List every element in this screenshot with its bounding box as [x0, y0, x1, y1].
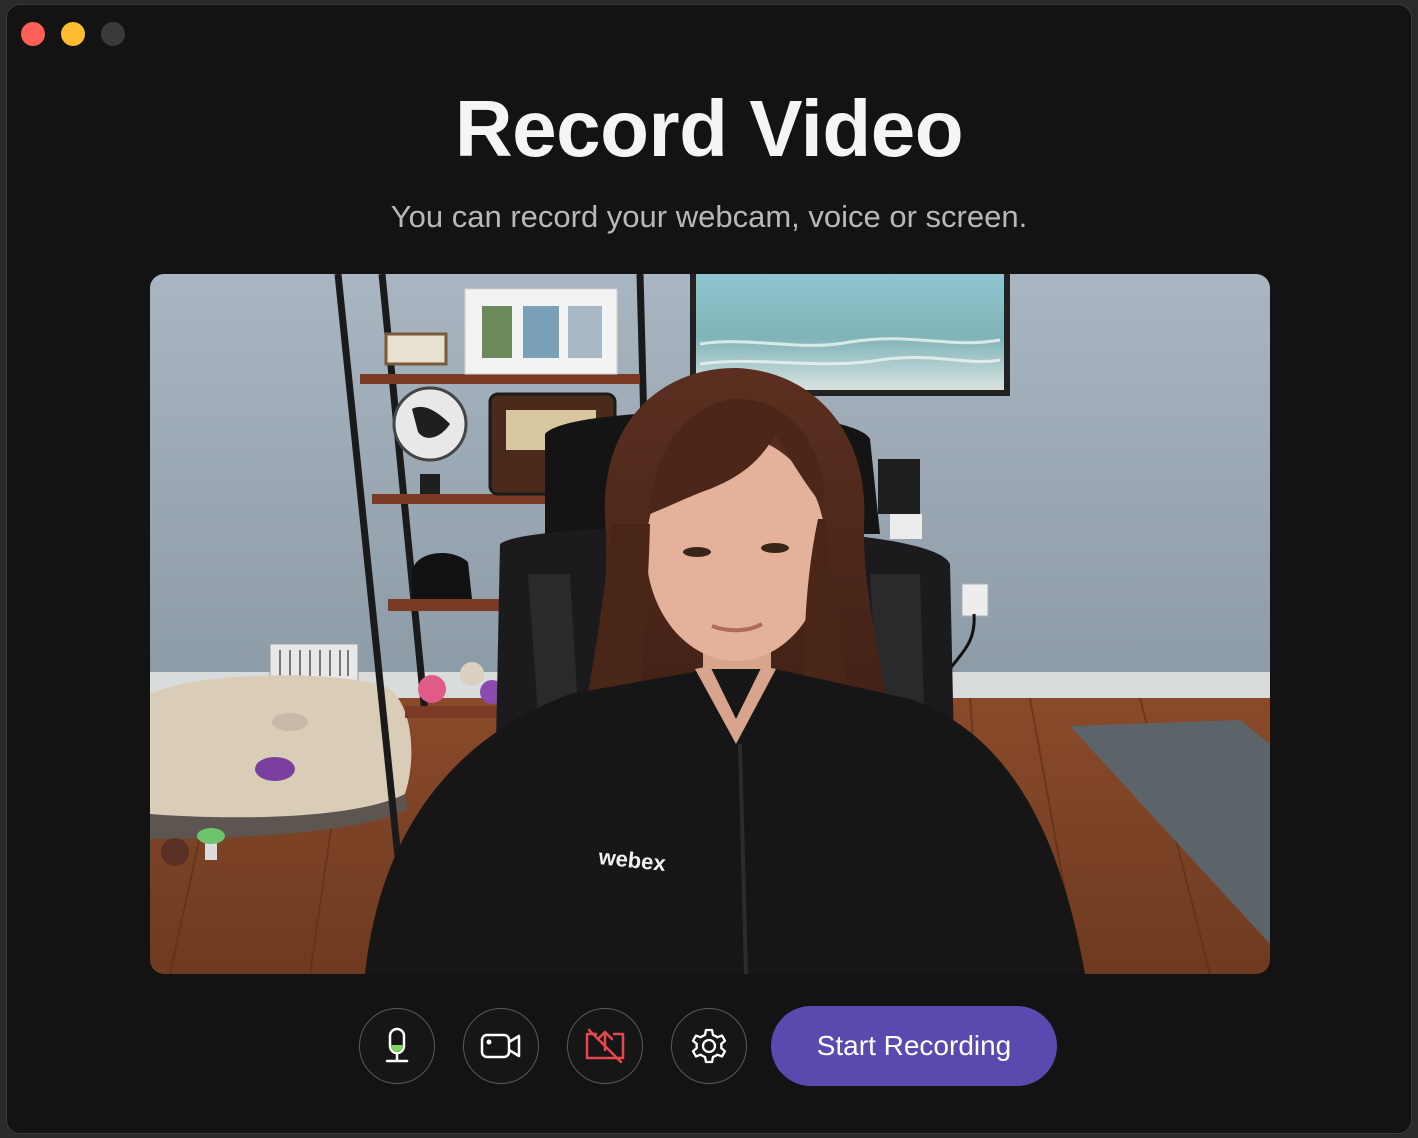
microphone-icon — [377, 1026, 417, 1066]
app-window: Record Video You can record your webcam,… — [6, 4, 1412, 1134]
window-minimize-button[interactable] — [61, 22, 85, 46]
window-controls — [21, 22, 125, 46]
page-subtitle: You can record your webcam, voice or scr… — [390, 199, 1028, 234]
webcam-image: webex — [150, 274, 1270, 974]
screen-share-button[interactable] — [567, 1008, 643, 1084]
page-title: Record Video — [454, 84, 964, 173]
video-camera-icon — [479, 1026, 523, 1066]
window-close-button[interactable] — [21, 22, 45, 46]
recording-toolbar: Start Recording — [359, 1006, 1057, 1086]
window-maximize-button[interactable] — [101, 22, 125, 46]
gear-icon — [687, 1024, 731, 1068]
camera-button[interactable] — [463, 1008, 539, 1084]
start-recording-button[interactable]: Start Recording — [771, 1006, 1057, 1086]
webcam-preview: webex — [150, 274, 1270, 974]
microphone-button[interactable] — [359, 1008, 435, 1084]
screen-share-off-icon — [583, 1026, 627, 1066]
settings-button[interactable] — [671, 1008, 747, 1084]
